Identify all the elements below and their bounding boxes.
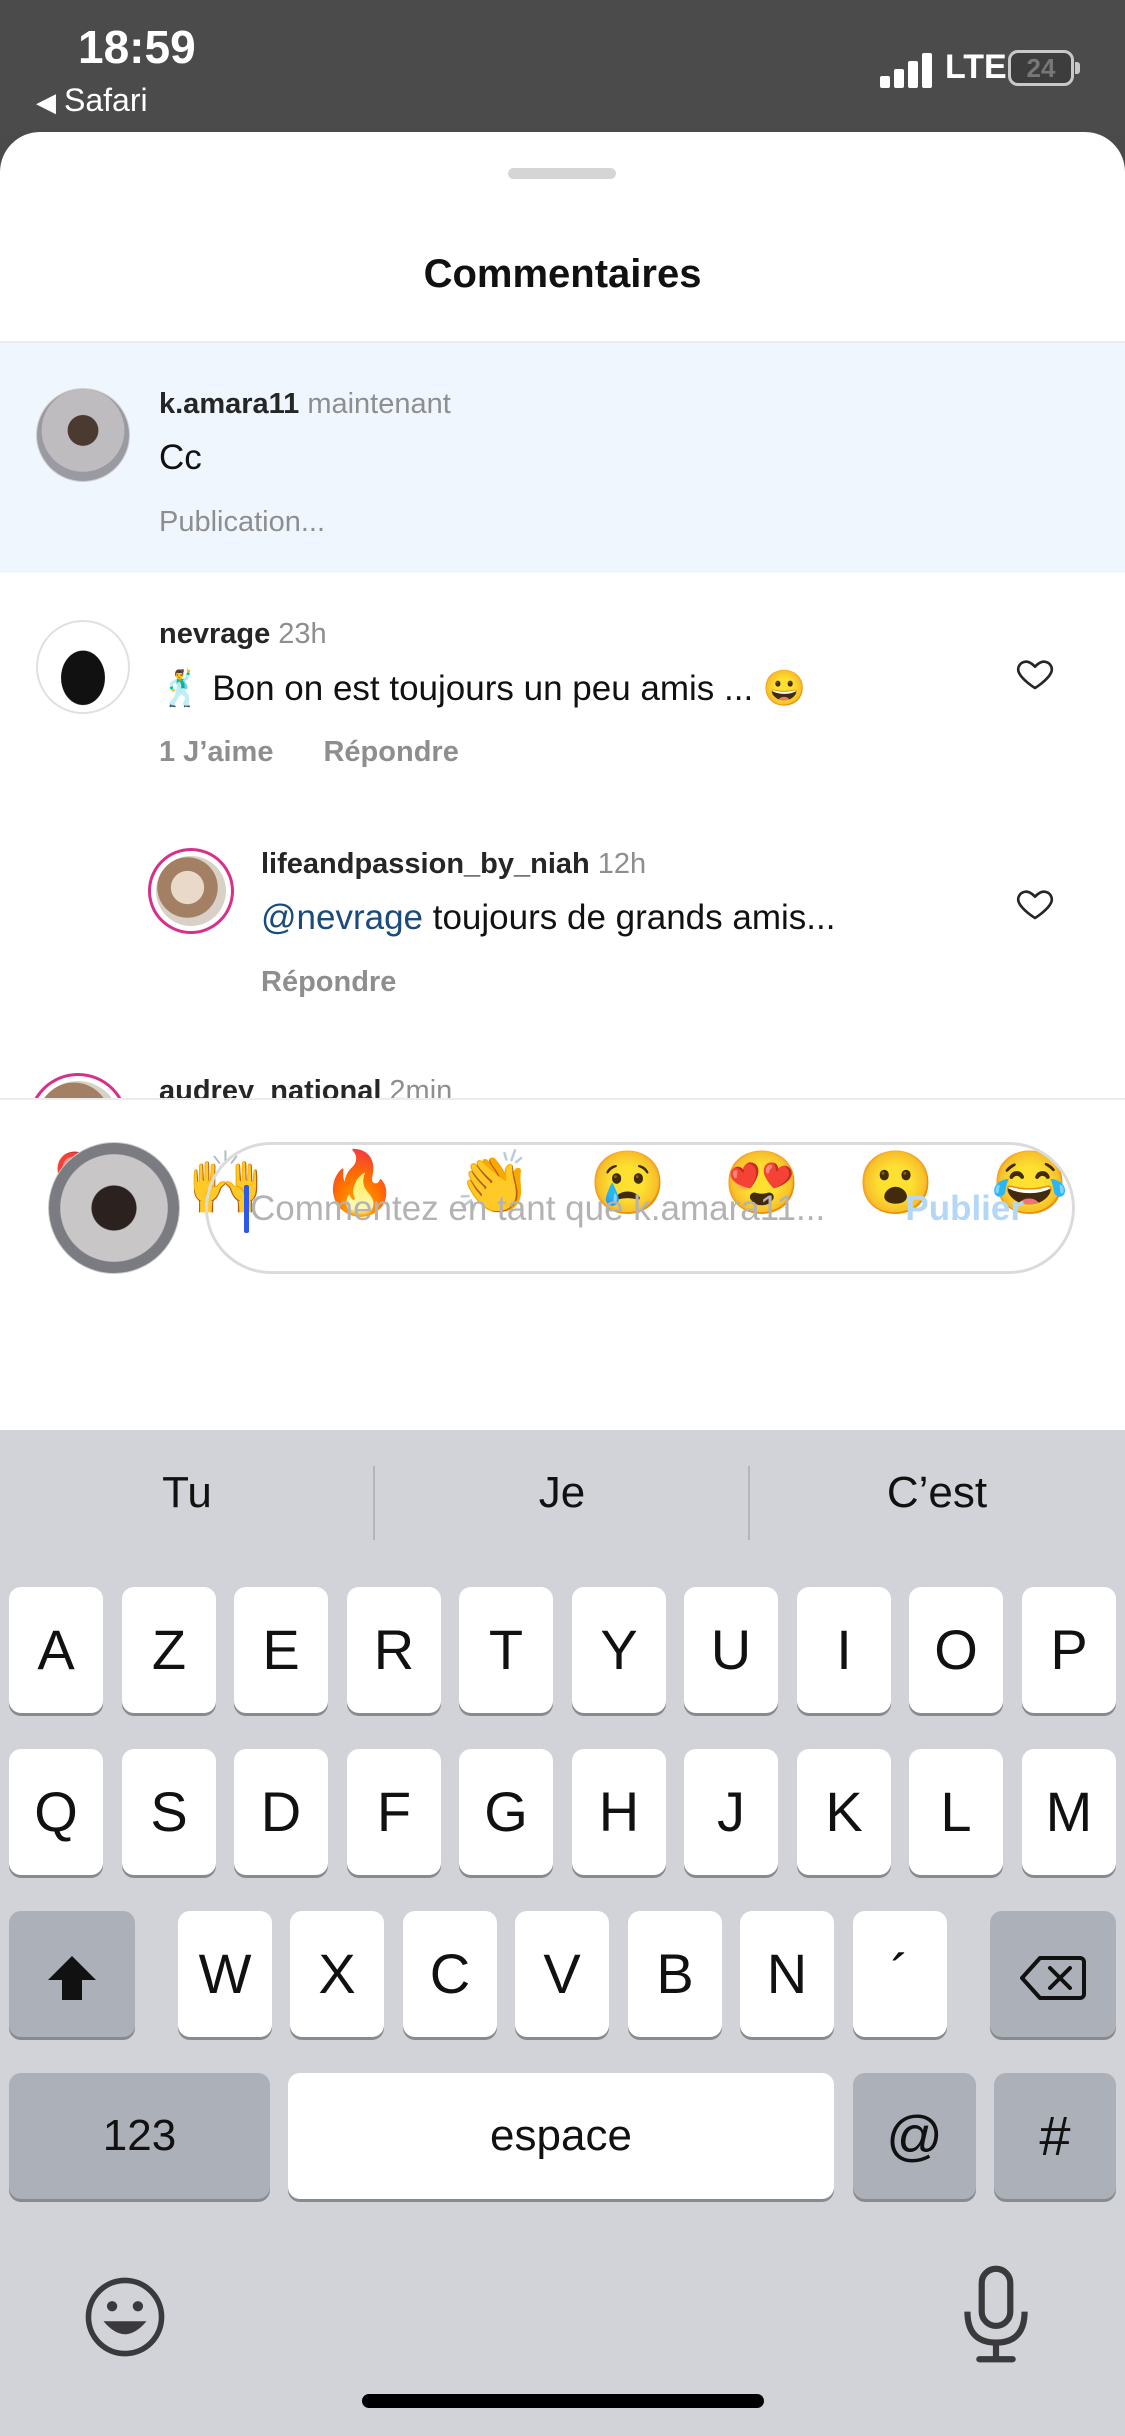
key-p[interactable]: P — [1022, 1587, 1116, 1713]
comment-text: Cc — [159, 438, 202, 477]
shift-arrow-icon — [48, 1956, 96, 2001]
username[interactable]: k.amara11 — [159, 388, 299, 420]
key-d[interactable]: D — [234, 1749, 328, 1875]
comment-actions: Répondre — [261, 966, 446, 999]
key-g[interactable]: G — [459, 1749, 553, 1875]
avatar[interactable] — [36, 620, 130, 714]
key-s[interactable]: S — [122, 1749, 216, 1875]
comment-actions: 1 J’aime Répondre — [159, 736, 509, 769]
comment-item: audrey_national 2min — [0, 1033, 1125, 1098]
emoji-keyboard-icon[interactable] — [82, 2274, 168, 2360]
key-e[interactable]: E — [234, 1587, 328, 1713]
comment-time: maintenant — [307, 388, 451, 420]
avatar[interactable] — [36, 388, 130, 482]
username[interactable]: audrey_national — [159, 1075, 381, 1098]
key-y[interactable]: Y — [572, 1587, 666, 1713]
comment-header: k.amara11 maintenant — [159, 388, 451, 421]
comment-time: 2min — [389, 1075, 453, 1098]
key-x[interactable]: X — [290, 1911, 384, 2037]
comment-item: nevrage 23h 🕺 Bon on est toujours un peu … — [0, 573, 1125, 803]
username[interactable]: lifeandpassion_by_niah — [261, 848, 590, 880]
key-h[interactable]: H — [572, 1749, 666, 1875]
battery-icon: 24 — [1008, 50, 1080, 86]
back-label: Safari — [64, 82, 148, 118]
key-q[interactable]: Q — [9, 1749, 103, 1875]
hash-key[interactable]: # — [994, 2073, 1116, 2199]
network-label: LTE — [945, 48, 1007, 86]
signal-icon — [880, 52, 936, 88]
space-key[interactable]: espace — [288, 2073, 834, 2199]
publish-button[interactable]: Publier — [905, 1189, 1024, 1229]
key-v[interactable]: V — [515, 1911, 609, 2037]
reply-button[interactable]: Répondre — [261, 966, 396, 998]
comments-sheet: Commentaires k.amara11 maintenant Cc Publ… — [0, 132, 1125, 1430]
like-heart-icon[interactable] — [1015, 653, 1055, 693]
avatar[interactable] — [148, 848, 234, 934]
key-accent[interactable]: ´ — [853, 1911, 947, 2037]
comment-input[interactable]: Commentez en tant que k.amara11... Publi… — [205, 1142, 1075, 1274]
suggestion-1[interactable]: Tu — [0, 1468, 374, 1518]
microphone-icon[interactable] — [960, 2264, 1032, 2364]
key-o[interactable]: O — [909, 1587, 1003, 1713]
comment-time: 12h — [597, 848, 647, 880]
suggestion-2[interactable]: Je — [375, 1468, 749, 1518]
numbers-key[interactable]: 123 — [9, 2073, 270, 2199]
posting-status: Publication... — [159, 506, 326, 538]
likes-count[interactable]: 1 J’aime — [159, 736, 273, 768]
current-user-avatar — [48, 1142, 180, 1274]
status-bar: 18:59 ◀ Safari LTE 24 — [0, 0, 1125, 135]
key-j[interactable]: J — [684, 1749, 778, 1875]
sheet-grabber[interactable] — [508, 168, 616, 179]
key-w[interactable]: W — [178, 1911, 272, 2037]
key-u[interactable]: U — [684, 1587, 778, 1713]
comment-header: audrey_national 2min — [159, 1075, 452, 1098]
key-m[interactable]: M — [1022, 1749, 1116, 1875]
sheet-title: Commentaires — [423, 252, 702, 296]
status-time: 18:59 — [78, 21, 196, 73]
divider — [0, 1098, 1125, 1100]
reply-button[interactable]: Répondre — [323, 736, 458, 768]
suggestion-3[interactable]: C’est — [750, 1468, 1124, 1518]
reply-item: lifeandpassion_by_niah 12h @nevrage toujo… — [0, 803, 1125, 1033]
key-t[interactable]: T — [459, 1587, 553, 1713]
comment-item: k.amara11 maintenant Cc Publication... — [0, 343, 1125, 573]
comment-header: nevrage 23h — [159, 618, 327, 651]
like-heart-icon[interactable] — [1015, 883, 1055, 923]
text-caret — [244, 1185, 249, 1233]
key-l[interactable]: L — [909, 1749, 1003, 1875]
key-a[interactable]: A — [9, 1587, 103, 1713]
comments-list[interactable]: k.amara11 maintenant Cc Publication... ne… — [0, 343, 1125, 1098]
key-c[interactable]: C — [403, 1911, 497, 2037]
back-arrow-icon: ◀ — [36, 87, 56, 117]
key-r[interactable]: R — [347, 1587, 441, 1713]
comment-time: 23h — [278, 618, 327, 650]
mention-link[interactable]: @nevrage — [261, 898, 423, 937]
key-f[interactable]: F — [347, 1749, 441, 1875]
keyboard: Tu Je C’est A Z E R T Y U I O P Q S D F … — [0, 1430, 1125, 2436]
key-n[interactable]: N — [740, 1911, 834, 2037]
reply-text: toujours de grands amis... — [423, 898, 836, 937]
backspace-icon — [1020, 1956, 1086, 2001]
comment-header: lifeandpassion_by_niah 12h — [261, 848, 646, 881]
delete-key[interactable] — [990, 1911, 1116, 2037]
key-k[interactable]: K — [797, 1749, 891, 1875]
username[interactable]: nevrage — [159, 618, 270, 650]
comment-text: @nevrage toujours de grands amis... — [261, 898, 835, 938]
key-b[interactable]: B — [628, 1911, 722, 2037]
back-to-safari[interactable]: ◀ Safari — [36, 82, 148, 119]
key-z[interactable]: Z — [122, 1587, 216, 1713]
key-i[interactable]: I — [797, 1587, 891, 1713]
comment-text: 🕺 Bon on est toujours un peu amis ... 😀 — [159, 669, 807, 708]
avatar[interactable] — [28, 1073, 128, 1098]
shift-key[interactable] — [9, 1911, 135, 2037]
comment-input-placeholder: Commentez en tant que k.amara11... — [250, 1189, 826, 1228]
at-key[interactable]: @ — [853, 2073, 976, 2199]
home-indicator[interactable] — [362, 2394, 764, 2408]
